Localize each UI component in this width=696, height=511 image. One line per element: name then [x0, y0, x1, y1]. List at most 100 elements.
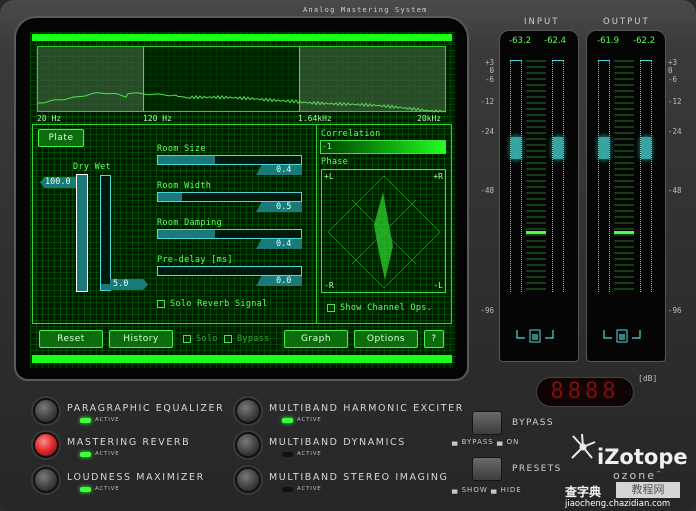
brand-name: iZotope: [597, 445, 688, 469]
reset-button[interactable]: Reset: [39, 330, 103, 348]
bypass-button[interactable]: [472, 411, 502, 435]
bypass-button-label: BYPASS: [512, 418, 555, 428]
plate-preset-button[interactable]: Plate: [38, 129, 84, 147]
meter-scale-label: -96: [480, 306, 494, 315]
solo-label: Solo: [196, 334, 218, 344]
bypass-sub-label: ▄ BYPASS ▄ ON: [452, 438, 520, 446]
product-name: ozone™: [613, 469, 663, 482]
module-active-led[interactable]: [282, 452, 293, 457]
module-active-led[interactable]: [80, 418, 91, 423]
param-slider[interactable]: [157, 192, 302, 202]
param-value[interactable]: 0.5: [256, 202, 302, 212]
correlation-label: Correlation: [321, 129, 381, 139]
meter-scale-label: -6: [668, 75, 678, 84]
input-gain-ladder: [526, 60, 546, 292]
module-active-led[interactable]: [282, 487, 293, 492]
presets-button[interactable]: [472, 457, 502, 481]
options-button[interactable]: Options: [354, 330, 418, 348]
bypass-label: Bypass: [237, 334, 270, 344]
module-select-button[interactable]: [235, 467, 261, 493]
input-right-bar: [552, 60, 564, 292]
izotope-logo-icon: [571, 433, 596, 459]
product-text: ozone: [613, 469, 656, 482]
history-button[interactable]: History: [109, 330, 173, 348]
output-gain-indicator[interactable]: [614, 231, 634, 234]
module-active-label: ACTIVE: [95, 486, 120, 492]
param-slider[interactable]: [157, 155, 302, 165]
param-slider[interactable]: [157, 266, 302, 276]
meter-scale-label: -12: [480, 97, 494, 106]
output-left-readout: -61.9: [597, 36, 619, 46]
input-left-readout: -63.2: [509, 36, 531, 46]
input-gain-indicator[interactable]: [526, 231, 546, 234]
module-active-led[interactable]: [80, 487, 91, 492]
subtitle: Analog Mastering System: [303, 6, 428, 14]
dry-value[interactable]: 100.0: [40, 177, 76, 188]
led-readout: 8888: [536, 377, 634, 407]
param-label: Room Size: [157, 144, 206, 154]
phase-scope-plot: [327, 175, 441, 289]
wet-value[interactable]: 5.0: [110, 279, 148, 290]
spectrum-analyzer[interactable]: [37, 46, 447, 113]
phase-plus-r: +R: [433, 172, 443, 181]
module-active-led[interactable]: [80, 452, 91, 457]
show-channel-ops-label: Show Channel Ops.: [340, 303, 433, 313]
param-value[interactable]: 0.4: [256, 239, 302, 249]
wet-fader[interactable]: [100, 175, 111, 291]
show-channel-ops-checkbox[interactable]: [327, 304, 335, 312]
module-select-button[interactable]: [33, 467, 59, 493]
param-slider-fill: [158, 156, 216, 164]
output-link-icon[interactable]: [602, 328, 642, 344]
output-right-peak: [641, 137, 651, 159]
module-name[interactable]: LOUDNESS MAXIMIZER: [67, 472, 205, 483]
freq-label-20khz: 20kHz: [417, 114, 442, 123]
param-slider[interactable]: [157, 229, 302, 239]
module-select-button[interactable]: [33, 432, 59, 458]
dry-fader-fill: [77, 175, 87, 291]
solo-checkbox[interactable]: [183, 335, 191, 343]
param-value[interactable]: 0.4: [256, 165, 302, 175]
help-button[interactable]: ?: [424, 330, 444, 348]
phase-scope: +L +R -R -L: [321, 169, 446, 293]
solo-reverb-label: Solo Reverb Signal: [170, 299, 268, 309]
input-left-peak: [511, 137, 521, 159]
output-right-readout: -62.2: [633, 36, 655, 46]
meter-scale-label: -12: [668, 97, 682, 106]
phase-label: Phase: [321, 157, 349, 167]
module-name[interactable]: MULTIBAND HARMONIC EXCITER: [269, 403, 464, 414]
presets-sub-label: ▄ SHOW ▄ HIDE: [452, 486, 522, 494]
param-slider-fill: [158, 230, 216, 238]
phase-minus-r: -R: [324, 281, 334, 290]
module-select-button[interactable]: [235, 432, 261, 458]
bypass-checkbox[interactable]: [224, 335, 232, 343]
phase-plus-l: +L: [324, 172, 334, 181]
watermark-title: 查字典: [565, 485, 602, 499]
module-name[interactable]: MULTIBAND DYNAMICS: [269, 437, 406, 448]
output-left-peak: [599, 137, 609, 159]
bypass-sub-off: BYPASS: [461, 438, 494, 446]
module-name[interactable]: MASTERING REVERB: [67, 437, 190, 448]
module-active-led[interactable]: [282, 418, 293, 423]
module-select-button[interactable]: [33, 398, 59, 424]
watermark-box: 教程网: [616, 482, 680, 498]
solo-reverb-checkbox[interactable]: [157, 300, 165, 308]
param-label: Room Damping: [157, 218, 223, 228]
input-left-bar: [510, 60, 522, 292]
module-active-label: ACTIVE: [95, 451, 120, 457]
presets-sub-hide: HIDE: [500, 486, 522, 494]
db-unit-label: [dB]: [638, 374, 658, 383]
param-value[interactable]: 0.0: [256, 276, 302, 286]
module-active-label: ACTIVE: [297, 451, 322, 457]
wet-fader-fill: [101, 284, 110, 290]
module-name[interactable]: PARAGRAPHIC EQUALIZER: [67, 403, 224, 414]
module-active-label: ACTIVE: [297, 486, 322, 492]
input-link-icon[interactable]: [515, 328, 555, 344]
graph-button[interactable]: Graph: [284, 330, 348, 348]
spectrum-curve: [38, 92, 447, 113]
module-select-button[interactable]: [235, 398, 261, 424]
correlation-min: -1: [322, 142, 332, 151]
module-name[interactable]: MULTIBAND STEREO IMAGING: [269, 472, 449, 483]
dry-fader[interactable]: [76, 174, 88, 292]
presets-button-label: PRESETS: [512, 464, 562, 474]
input-right-readout: -62.4: [544, 36, 566, 46]
